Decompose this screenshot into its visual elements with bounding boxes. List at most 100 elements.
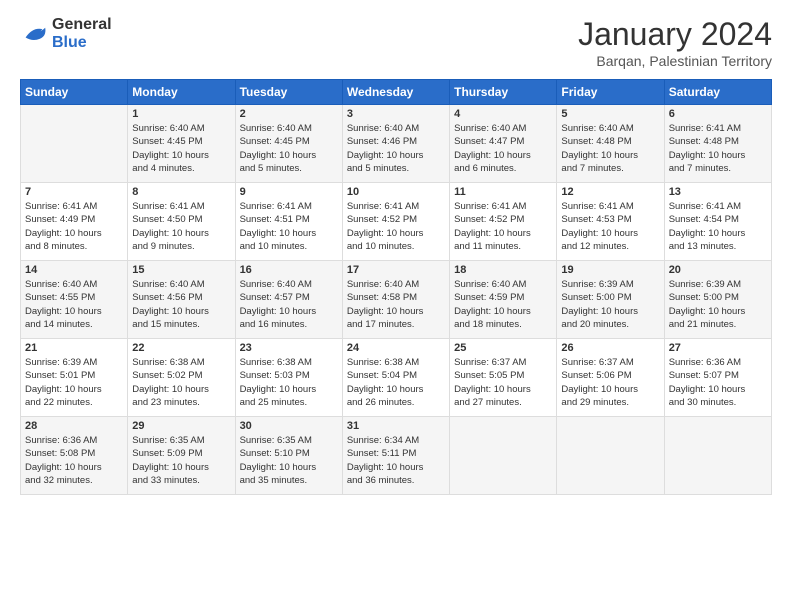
calendar-cell: 23Sunrise: 6:38 AMSunset: 5:03 PMDayligh… — [235, 339, 342, 417]
day-number: 9 — [240, 186, 338, 198]
page-container: General Blue January 2024 Barqan, Palest… — [0, 0, 792, 505]
day-number: 24 — [347, 342, 445, 354]
day-number: 8 — [132, 186, 230, 198]
day-info-line: and 6 minutes. — [454, 162, 552, 175]
day-info-line: Sunrise: 6:38 AM — [132, 356, 230, 369]
calendar-cell: 31Sunrise: 6:34 AMSunset: 5:11 PMDayligh… — [342, 417, 449, 495]
day-info-line: Sunset: 4:46 PM — [347, 135, 445, 148]
calendar-cell: 6Sunrise: 6:41 AMSunset: 4:48 PMDaylight… — [664, 105, 771, 183]
day-info-line: and 7 minutes. — [669, 162, 767, 175]
header: General Blue January 2024 Barqan, Palest… — [20, 16, 772, 69]
day-info-line: Sunrise: 6:40 AM — [132, 122, 230, 135]
day-info-line: Sunset: 5:08 PM — [25, 447, 123, 460]
day-info-line: Sunset: 5:00 PM — [669, 291, 767, 304]
day-info-line: Daylight: 10 hours — [561, 383, 659, 396]
day-info-line: Sunset: 4:52 PM — [454, 213, 552, 226]
day-info-line: and 16 minutes. — [240, 318, 338, 331]
day-info-line: Daylight: 10 hours — [25, 305, 123, 318]
day-info-line: Sunrise: 6:38 AM — [347, 356, 445, 369]
day-info-line: Sunset: 5:10 PM — [240, 447, 338, 460]
day-info-line: Daylight: 10 hours — [669, 227, 767, 240]
day-info-line: Daylight: 10 hours — [347, 227, 445, 240]
day-info-line: Sunset: 4:57 PM — [240, 291, 338, 304]
day-number: 25 — [454, 342, 552, 354]
day-info-line: Daylight: 10 hours — [240, 149, 338, 162]
day-number: 18 — [454, 264, 552, 276]
day-info-line: Sunset: 4:50 PM — [132, 213, 230, 226]
day-info-line: Daylight: 10 hours — [561, 227, 659, 240]
day-info-line: Daylight: 10 hours — [132, 461, 230, 474]
day-info-line: Sunrise: 6:41 AM — [132, 200, 230, 213]
day-info-line: Sunset: 5:00 PM — [561, 291, 659, 304]
day-info-line: Sunrise: 6:36 AM — [669, 356, 767, 369]
day-info-line: and 26 minutes. — [347, 396, 445, 409]
day-info-line: Daylight: 10 hours — [240, 383, 338, 396]
day-info-line: Sunset: 4:49 PM — [25, 213, 123, 226]
calendar-cell: 4Sunrise: 6:40 AMSunset: 4:47 PMDaylight… — [450, 105, 557, 183]
day-info-line: Sunrise: 6:40 AM — [347, 278, 445, 291]
day-info-line: Sunrise: 6:41 AM — [561, 200, 659, 213]
calendar-cell: 21Sunrise: 6:39 AMSunset: 5:01 PMDayligh… — [21, 339, 128, 417]
calendar-cell: 24Sunrise: 6:38 AMSunset: 5:04 PMDayligh… — [342, 339, 449, 417]
calendar-cell: 18Sunrise: 6:40 AMSunset: 4:59 PMDayligh… — [450, 261, 557, 339]
day-info-line: and 15 minutes. — [132, 318, 230, 331]
day-info-line: Daylight: 10 hours — [132, 305, 230, 318]
day-info-line: Sunrise: 6:39 AM — [25, 356, 123, 369]
day-info-line: Sunset: 5:03 PM — [240, 369, 338, 382]
day-info-line: and 22 minutes. — [25, 396, 123, 409]
calendar-cell: 30Sunrise: 6:35 AMSunset: 5:10 PMDayligh… — [235, 417, 342, 495]
calendar-cell: 26Sunrise: 6:37 AMSunset: 5:06 PMDayligh… — [557, 339, 664, 417]
day-number: 17 — [347, 264, 445, 276]
day-info-line: and 11 minutes. — [454, 240, 552, 253]
day-info-line: Sunset: 4:48 PM — [561, 135, 659, 148]
day-info-line: and 20 minutes. — [561, 318, 659, 331]
day-info-line: Sunrise: 6:39 AM — [669, 278, 767, 291]
day-info-line: and 18 minutes. — [454, 318, 552, 331]
day-number: 31 — [347, 420, 445, 432]
day-info-line: Daylight: 10 hours — [132, 149, 230, 162]
day-number: 20 — [669, 264, 767, 276]
day-info-line: Sunset: 4:52 PM — [347, 213, 445, 226]
calendar-cell: 19Sunrise: 6:39 AMSunset: 5:00 PMDayligh… — [557, 261, 664, 339]
day-info-line: and 10 minutes. — [347, 240, 445, 253]
day-info-line: Sunrise: 6:40 AM — [347, 122, 445, 135]
day-number: 30 — [240, 420, 338, 432]
calendar-cell — [557, 417, 664, 495]
day-info-line: Sunset: 5:01 PM — [25, 369, 123, 382]
week-row-5: 28Sunrise: 6:36 AMSunset: 5:08 PMDayligh… — [21, 417, 772, 495]
calendar-cell: 5Sunrise: 6:40 AMSunset: 4:48 PMDaylight… — [557, 105, 664, 183]
day-info-line: Sunrise: 6:35 AM — [240, 434, 338, 447]
day-info-line: Sunset: 5:11 PM — [347, 447, 445, 460]
day-info-line: Sunset: 5:05 PM — [454, 369, 552, 382]
day-number: 21 — [25, 342, 123, 354]
day-info-line: and 12 minutes. — [561, 240, 659, 253]
day-info-line: and 5 minutes. — [240, 162, 338, 175]
calendar-cell: 14Sunrise: 6:40 AMSunset: 4:55 PMDayligh… — [21, 261, 128, 339]
day-info-line: Sunset: 4:56 PM — [132, 291, 230, 304]
day-info-line: Daylight: 10 hours — [240, 305, 338, 318]
day-number: 26 — [561, 342, 659, 354]
day-info-line: Sunrise: 6:40 AM — [240, 278, 338, 291]
logo-blue: Blue — [52, 34, 87, 51]
day-info-line: Sunset: 4:48 PM — [669, 135, 767, 148]
calendar-cell: 12Sunrise: 6:41 AMSunset: 4:53 PMDayligh… — [557, 183, 664, 261]
calendar-cell: 11Sunrise: 6:41 AMSunset: 4:52 PMDayligh… — [450, 183, 557, 261]
day-number: 10 — [347, 186, 445, 198]
calendar-cell: 28Sunrise: 6:36 AMSunset: 5:08 PMDayligh… — [21, 417, 128, 495]
calendar-cell: 1Sunrise: 6:40 AMSunset: 4:45 PMDaylight… — [128, 105, 235, 183]
day-number: 19 — [561, 264, 659, 276]
day-info-line: Sunrise: 6:40 AM — [240, 122, 338, 135]
day-info-line: Daylight: 10 hours — [347, 305, 445, 318]
day-info-line: and 21 minutes. — [669, 318, 767, 331]
week-row-3: 14Sunrise: 6:40 AMSunset: 4:55 PMDayligh… — [21, 261, 772, 339]
calendar-cell: 17Sunrise: 6:40 AMSunset: 4:58 PMDayligh… — [342, 261, 449, 339]
day-info-line: and 13 minutes. — [669, 240, 767, 253]
col-header-saturday: Saturday — [664, 80, 771, 105]
day-number: 28 — [25, 420, 123, 432]
col-header-monday: Monday — [128, 80, 235, 105]
day-info-line: Daylight: 10 hours — [347, 149, 445, 162]
day-info-line: Daylight: 10 hours — [669, 149, 767, 162]
day-info-line: Sunrise: 6:40 AM — [454, 122, 552, 135]
title-block: January 2024 Barqan, Palestinian Territo… — [578, 16, 772, 69]
day-info-line: Sunset: 4:47 PM — [454, 135, 552, 148]
